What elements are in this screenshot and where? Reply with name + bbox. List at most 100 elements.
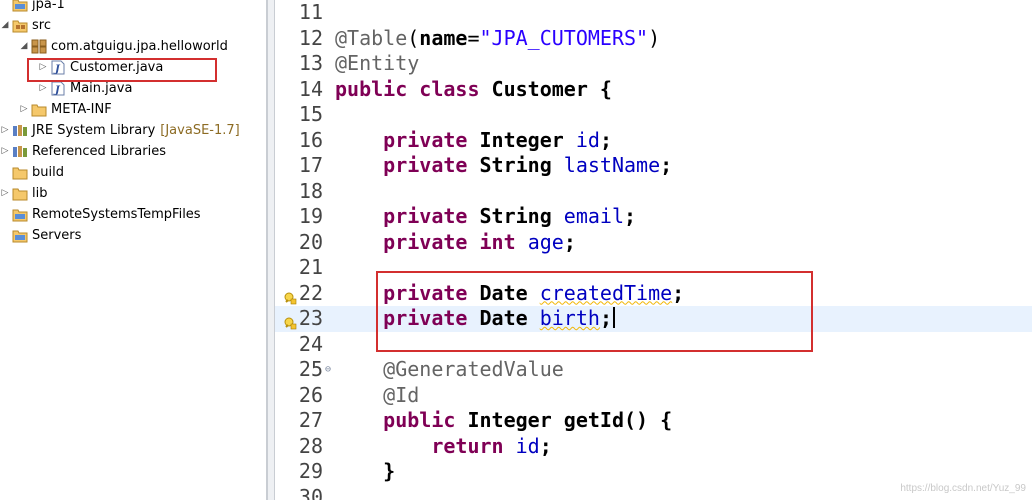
library-icon [12,123,28,138]
tree-item-meta-inf[interactable]: ▷ META-INF [0,99,266,120]
project-icon [12,0,28,12]
code-token: ; [539,433,552,458]
collapsed-arrow-icon[interactable]: ▷ [0,141,10,162]
code-token: } [335,459,396,483]
java-file-icon: J [50,81,66,96]
project-icon [12,207,28,222]
line-number: 25 [298,357,323,381]
line-number: 26 [298,382,323,407]
code-token: id [575,127,600,152]
code-line-29[interactable]: 29 } [275,459,1032,485]
line-code: private int age; [335,230,576,256]
tree-item-jpa-1[interactable]: jpa-1 [0,0,266,15]
tree-item-remotesystemstempfiles[interactable]: RemoteSystemsTempFiles [0,204,266,225]
line-number: 29 [298,459,323,483]
tree-item-label: jpa-1 [32,0,65,12]
quickfix-warning-icon[interactable] [283,311,297,330]
line-number: 24 [298,331,323,356]
code-line-15[interactable]: 15 [275,102,1032,128]
code-line-11[interactable]: 11 [275,0,1032,26]
line-number: 27 [298,408,323,432]
code-token: @Id [383,382,420,407]
code-token: ; [624,204,637,228]
expanded-arrow-icon[interactable]: ◢ [0,15,10,36]
code-token: Integer [467,127,576,152]
package-icon [31,39,47,54]
line-code: private String lastName; [335,153,672,179]
code-line-25[interactable]: 25 ⊖ @GeneratedValue [275,357,1032,383]
line-number: 11 [298,0,323,24]
code-token: Integer getId() { [455,408,673,432]
code-line-26[interactable]: 26 @Id [275,383,1032,409]
line-code: private String email; [335,204,636,230]
code-token: ; [599,127,612,152]
line-number: 15 [298,102,323,126]
code-line-28[interactable]: 28 return id; [275,434,1032,460]
code-line-14[interactable]: 14 public class Customer { [275,77,1032,103]
code-token: ) [648,25,661,50]
fold-toggle-icon[interactable]: ⊖ [325,357,331,383]
code-token: private [383,153,468,177]
code-line-20[interactable]: 20 private int age; [275,230,1032,256]
expanded-arrow-icon[interactable]: ◢ [19,36,29,57]
tree-item-src[interactable]: ◢ src [0,15,266,36]
folder-icon [12,186,28,201]
tree-item-build[interactable]: build [0,162,266,183]
tree-item-decoration: [JavaSE-1.7] [160,123,240,138]
line-code: @Table(name="JPA_CUTOMERS") [335,26,660,52]
code-token: @Table [335,25,408,50]
collapsed-arrow-icon[interactable]: ▷ [0,183,10,204]
code-token: @Entity [335,51,420,75]
code-token: lastName [563,153,661,177]
tree-item-label: lib [32,186,48,201]
code-line-12[interactable]: 12 @Table(name="JPA_CUTOMERS") [275,26,1032,52]
collapsed-arrow-icon[interactable]: ▷ [0,120,10,141]
tree-item-jre-system-library[interactable]: ▷ JRE System Library [JavaSE-1.7] [0,120,266,141]
code-line-18[interactable]: 18 [275,179,1032,205]
code-token: class [419,76,480,101]
code-token: public [383,408,456,432]
collapsed-arrow-icon[interactable]: ▷ [19,99,29,120]
line-code: } [335,459,395,485]
code-token: ; [563,229,576,254]
tree-item-servers[interactable]: Servers [0,225,266,246]
code-token: ( [407,25,420,50]
code-highlight-box [376,271,813,352]
code-line-13[interactable]: 13 @Entity [275,51,1032,77]
code-token: = [467,25,480,50]
code-line-17[interactable]: 17 private String lastName; [275,153,1032,179]
code-token: @GeneratedValue [383,357,564,381]
line-number: 13 [298,51,323,75]
tree-item-label: JRE System Library [JavaSE-1.7] [32,123,240,138]
tree-item-com-atguigu-jpa-helloworld[interactable]: ◢ com.atguigu.jpa.helloworld [0,36,266,57]
code-token: Customer { [479,76,612,101]
code-token: id [515,433,540,458]
line-number: 16 [298,127,323,152]
line-code: public Integer getId() { [335,408,672,434]
code-line-19[interactable]: 19 private String email; [275,204,1032,230]
code-token: int [479,229,516,254]
quickfix-warning-icon[interactable] [283,286,297,304]
line-number: 20 [298,229,323,254]
line-code: private Integer id; [335,128,612,154]
code-token: age [527,229,564,254]
line-code: @Id [335,383,419,409]
tree-item-referenced-libraries[interactable]: ▷ Referenced Libraries [0,141,266,162]
tree-item-lib[interactable]: ▷ lib [0,183,266,204]
line-number: 23 [298,306,323,330]
code-line-27[interactable]: 27 public Integer getId() { [275,408,1032,434]
code-token: email [563,204,625,228]
code-token: String [467,153,564,177]
line-number: 21 [298,255,323,279]
code-editor[interactable]: 11 12 @Table(name="JPA_CUTOMERS") 13 @Entity… [275,0,1032,500]
tree-item-label: RemoteSystemsTempFiles [32,207,201,222]
line-number: 17 [298,153,323,177]
code-line-16[interactable]: 16 private Integer id; [275,128,1032,154]
